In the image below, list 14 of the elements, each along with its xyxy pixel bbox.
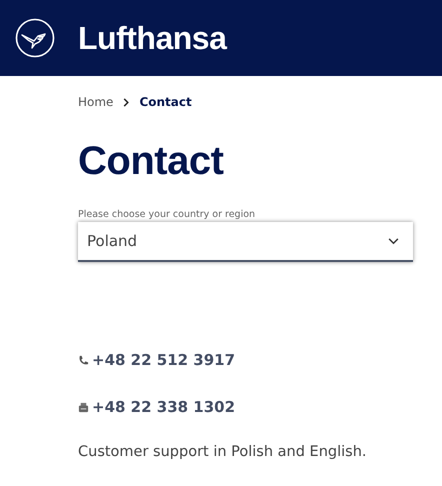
field-label: Please choose your country or region: [78, 209, 256, 221]
fax-icon: [78, 402, 89, 412]
country-select[interactable]: Poland: [78, 222, 413, 262]
support-note: Customer support in Polish and English.: [78, 443, 368, 462]
phone-icon: [78, 354, 89, 366]
phone-number-link[interactable]: +48 22 512 3917: [92, 350, 236, 370]
breadcrumb-current: Contact: [139, 95, 192, 109]
page-title: Contact: [78, 139, 224, 183]
phone-number-link[interactable]: +48 22 338 1302: [92, 397, 236, 417]
breadcrumb-link[interactable]: Home: [78, 95, 114, 109]
brand-name[interactable]: Lufthansa: [78, 20, 226, 56]
chevron-right-icon: [123, 98, 130, 106]
crane-logo-icon[interactable]: [15, 18, 55, 58]
chevron-down-icon: [388, 238, 399, 244]
